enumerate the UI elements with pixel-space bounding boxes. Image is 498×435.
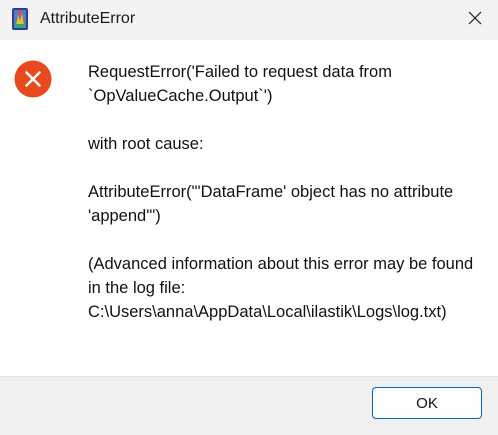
ilastik-app-icon — [10, 7, 30, 31]
error-icon — [14, 60, 52, 98]
error-dialog-window: AttributeError RequestError('Failed to r… — [0, 0, 498, 435]
error-message: RequestError('Failed to request data fro… — [88, 60, 488, 324]
window-title: AttributeError — [40, 10, 136, 27]
title-bar[interactable]: AttributeError — [0, 0, 498, 40]
message-log-info: (Advanced information about this error m… — [88, 255, 474, 321]
message-root-cause-label: with root cause: — [88, 135, 204, 153]
message-request-error: RequestError('Failed to request data fro… — [88, 63, 392, 105]
ok-button[interactable]: OK — [372, 387, 482, 419]
close-button[interactable] — [452, 0, 498, 40]
close-icon — [468, 11, 482, 30]
dialog-footer: OK — [0, 376, 498, 435]
dialog-content: RequestError('Failed to request data fro… — [0, 40, 498, 376]
message-attribute-error: AttributeError("'DataFrame' object has n… — [88, 183, 454, 225]
